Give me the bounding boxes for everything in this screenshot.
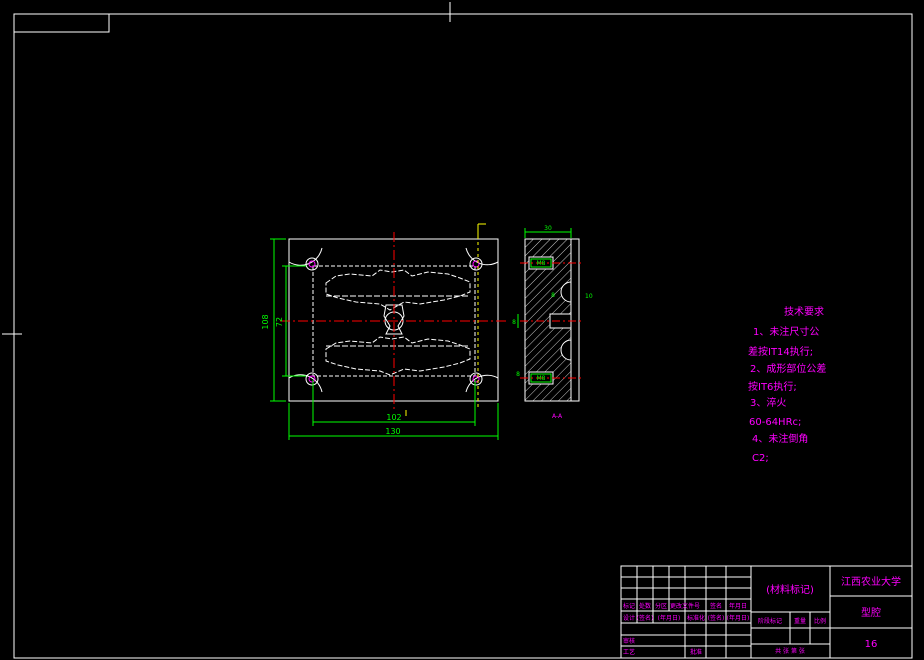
tb-approve-label: 批准 — [690, 648, 702, 656]
dim-text-side-mid: 8 — [512, 319, 516, 326]
tech-requirements: 技术要求 1、未注尺寸公 差按IT14执行; 2、成形部位公差 按IT6执行; … — [748, 305, 826, 464]
tb-r1-c4: 更改文件号 — [670, 602, 700, 610]
tb-material-mark: (材料标记) — [766, 583, 814, 596]
tb-r1-c1: 标记 — [623, 602, 635, 610]
dim-text-102: 102 — [386, 413, 401, 422]
tech-req-line-8: C2; — [752, 453, 769, 464]
dim-text-72: 72 — [275, 317, 284, 327]
tech-req-title: 技术要求 — [784, 305, 824, 318]
tb-drawing-no: 16 — [865, 639, 878, 650]
tech-req-line-5: 3、淬火 — [750, 396, 786, 409]
corner-arc-bl — [288, 374, 323, 393]
tb-school: 江西农业大学 — [841, 575, 901, 588]
tb-r2-c2: (签名) — [637, 614, 654, 622]
tb-r1-c3: 分区 — [655, 602, 667, 610]
section-label: A-A — [552, 413, 563, 420]
dim-text-side-small-left: 8 — [516, 371, 520, 378]
corner-label-box — [14, 14, 110, 33]
title-block: (材料标记) 江西农业大学 型腔 16 标记 处数 分区 更改文件号 签名 年月… — [620, 565, 913, 659]
lower-cavity — [325, 336, 471, 376]
tb-stage-label: 阶段标记 — [758, 617, 782, 625]
dim-text-side-feature: 10 — [585, 293, 593, 300]
tb-process-label: 工艺 — [623, 648, 635, 656]
guide-hole-br — [469, 372, 483, 386]
tb-weight-label: 重量 — [794, 617, 806, 625]
dim-text-side-30: 30 — [544, 225, 552, 232]
tb-r1-c5: 签名 — [710, 602, 722, 610]
dim-text-side-hole-upper: M8 — [537, 260, 546, 267]
tb-drawing-name: 型腔 — [861, 606, 881, 619]
cad-drawing-canvas: 130 102 108 72 30 10 M8 M8 8 8 8 A-A 技术要… — [2, 2, 913, 659]
tb-r2-c3: (年月日) — [658, 614, 681, 622]
tech-req-line-4: 按IT6执行; — [748, 380, 797, 393]
tb-r2-c1: 设计 — [623, 614, 635, 622]
side-section-view: 30 10 M8 M8 8 8 8 A-A — [512, 225, 593, 420]
dim-text-108: 108 — [261, 314, 270, 329]
upper-cavity — [325, 269, 471, 311]
tb-r1-c6: 年月日 — [729, 602, 747, 610]
tb-r2-c4: 标准化 — [687, 614, 705, 622]
tech-req-line-7: 4、未注倒角 — [752, 432, 808, 445]
tech-req-line-1: 1、未注尺寸公 — [753, 325, 819, 338]
tb-r1-c2: 处数 — [639, 602, 651, 610]
tb-r2-c6: (年月日) — [727, 614, 750, 622]
tech-req-line-2: 差按IT14执行; — [748, 345, 813, 358]
tb-scale-label: 比例 — [814, 617, 826, 625]
guide-hole-bl — [305, 372, 319, 386]
tb-sheet-label: 共 张 第 张 — [775, 647, 805, 655]
tb-r2-c5: (签名) — [708, 614, 725, 622]
front-view: 130 102 108 72 — [261, 223, 506, 440]
dim-text-side-small-right: 8 — [551, 292, 555, 299]
dim-text-130: 130 — [385, 427, 400, 436]
dim-text-side-hole-lower: M8 — [537, 375, 546, 382]
corner-arc-tl — [288, 247, 323, 266]
tech-req-line-6: 60-64HRc; — [749, 417, 801, 428]
tb-review-label: 审核 — [623, 637, 635, 645]
tech-req-line-3: 2、成形部位公差 — [750, 362, 826, 375]
